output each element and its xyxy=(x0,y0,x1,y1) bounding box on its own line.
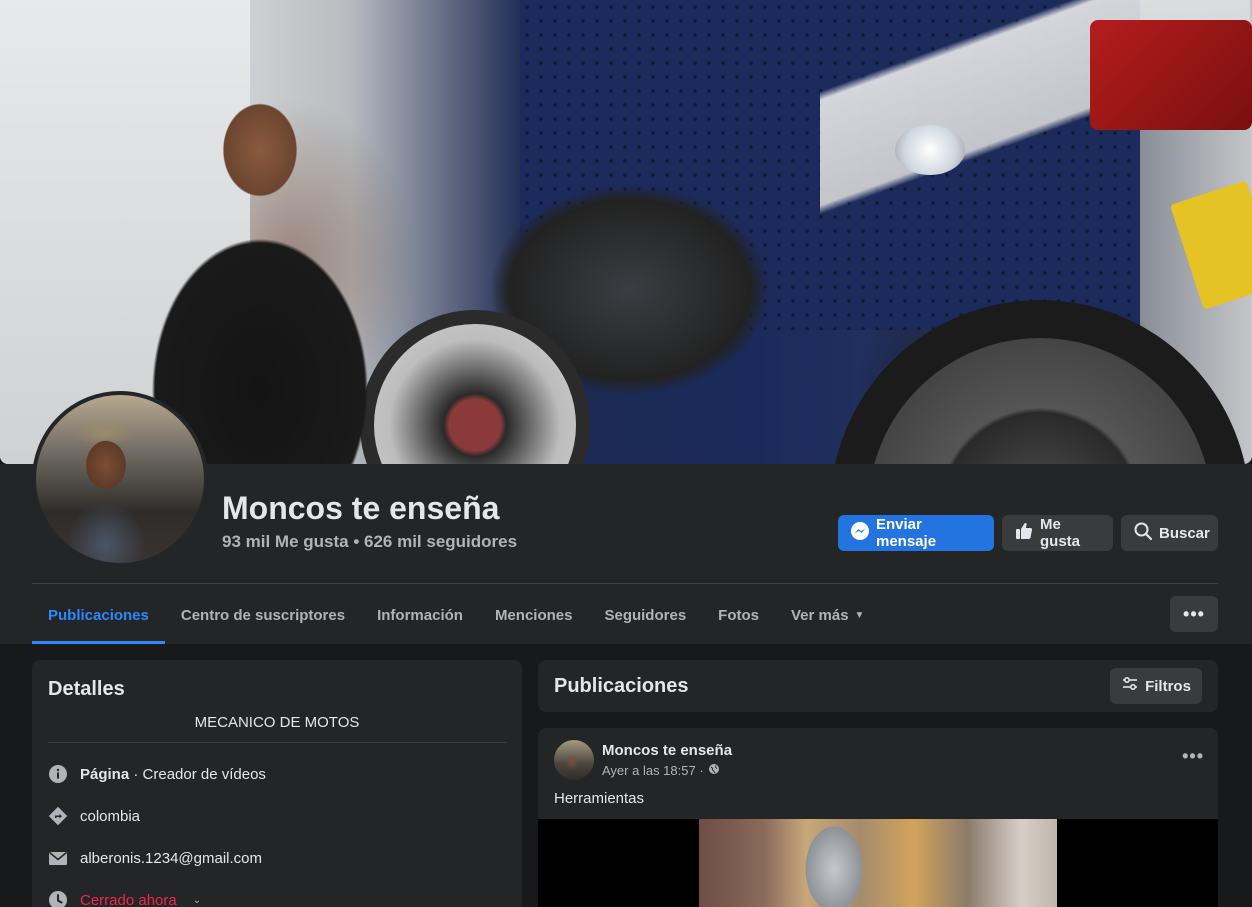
post-menu-button[interactable]: ••• xyxy=(1182,746,1204,767)
details-email-row: alberonis.1234@gmail.com xyxy=(48,848,262,868)
tab-ver-mas[interactable]: Ver más ▼ xyxy=(775,586,880,644)
filters-label: Filtros xyxy=(1145,677,1191,695)
details-location-row: colombia xyxy=(48,806,140,826)
header-divider xyxy=(32,583,1218,584)
directions-icon xyxy=(48,806,68,826)
chevron-down-icon: ⌄ xyxy=(192,894,202,906)
globe-icon xyxy=(708,763,720,778)
profile-avatar[interactable] xyxy=(32,391,208,567)
tab-menciones[interactable]: Menciones xyxy=(479,586,589,644)
details-title: Detalles xyxy=(48,678,125,700)
post-media[interactable] xyxy=(538,819,1218,907)
caret-down-icon: ▼ xyxy=(854,609,865,621)
info-icon xyxy=(48,764,68,784)
posts-header-card: Publicaciones Filtros xyxy=(538,660,1218,712)
like-label: Me gusta xyxy=(1040,516,1081,550)
more-options-button[interactable]: ••• xyxy=(1170,596,1218,632)
category-value: · Creador de vídeos xyxy=(129,765,266,783)
thumbs-up-icon xyxy=(1014,521,1034,545)
details-bio: MECANICO DE MOTOS xyxy=(194,714,360,731)
details-category-row: Página · Creador de vídeos xyxy=(48,764,266,784)
category-label: Página xyxy=(80,765,130,783)
tab-seguidores[interactable]: Seguidores xyxy=(588,586,702,644)
envelope-icon xyxy=(48,848,68,868)
email-text[interactable]: alberonis.1234@gmail.com xyxy=(80,850,262,867)
tab-centro-de-suscriptores[interactable]: Centro de suscriptores xyxy=(165,586,361,644)
posts-title: Publicaciones xyxy=(554,675,689,697)
tab-informacion[interactable]: Información xyxy=(361,586,479,644)
cover-tail-light xyxy=(1090,20,1252,130)
messenger-icon xyxy=(850,521,870,545)
clock-icon xyxy=(48,890,68,907)
like-page-button[interactable]: Me gusta xyxy=(1002,515,1113,551)
post-card: Moncos te enseña Ayer a las 18:57 · ••• … xyxy=(538,728,1218,907)
hours-status: Cerrado ahora xyxy=(80,891,177,907)
tab-fotos[interactable]: Fotos xyxy=(702,586,775,644)
post-time-text[interactable]: Ayer a las 18:57 · xyxy=(602,763,704,778)
sliders-icon xyxy=(1121,675,1139,697)
page-stats[interactable]: 93 mil Me gusta • 626 mil seguidores xyxy=(222,532,517,552)
post-text: Herramientas xyxy=(554,790,645,807)
send-message-label: Enviar mensaje xyxy=(876,516,937,550)
search-icon xyxy=(1133,521,1153,545)
cover-photo[interactable] xyxy=(0,0,1252,464)
location-text[interactable]: colombia xyxy=(80,808,140,825)
page-tabs: Publicaciones Centro de suscriptores Inf… xyxy=(32,586,880,644)
post-author-avatar[interactable] xyxy=(554,740,594,780)
send-message-button[interactable]: Enviar mensaje xyxy=(838,515,994,551)
page-title: Moncos te enseña xyxy=(222,490,500,526)
search-page-button[interactable]: Buscar xyxy=(1121,515,1218,551)
post-author-name[interactable]: Moncos te enseña xyxy=(602,742,732,759)
post-timestamp: Ayer a las 18:57 · xyxy=(602,763,720,778)
details-card: Detalles MECANICO DE MOTOS Página · Crea… xyxy=(32,660,522,907)
details-hours-row[interactable]: Cerrado ahora ⌄ xyxy=(48,890,201,907)
post-video-thumbnail[interactable] xyxy=(699,819,1057,907)
filters-button[interactable]: Filtros xyxy=(1110,668,1202,704)
search-label: Buscar xyxy=(1159,524,1210,542)
details-divider xyxy=(48,742,506,743)
tab-publicaciones[interactable]: Publicaciones xyxy=(32,586,165,644)
